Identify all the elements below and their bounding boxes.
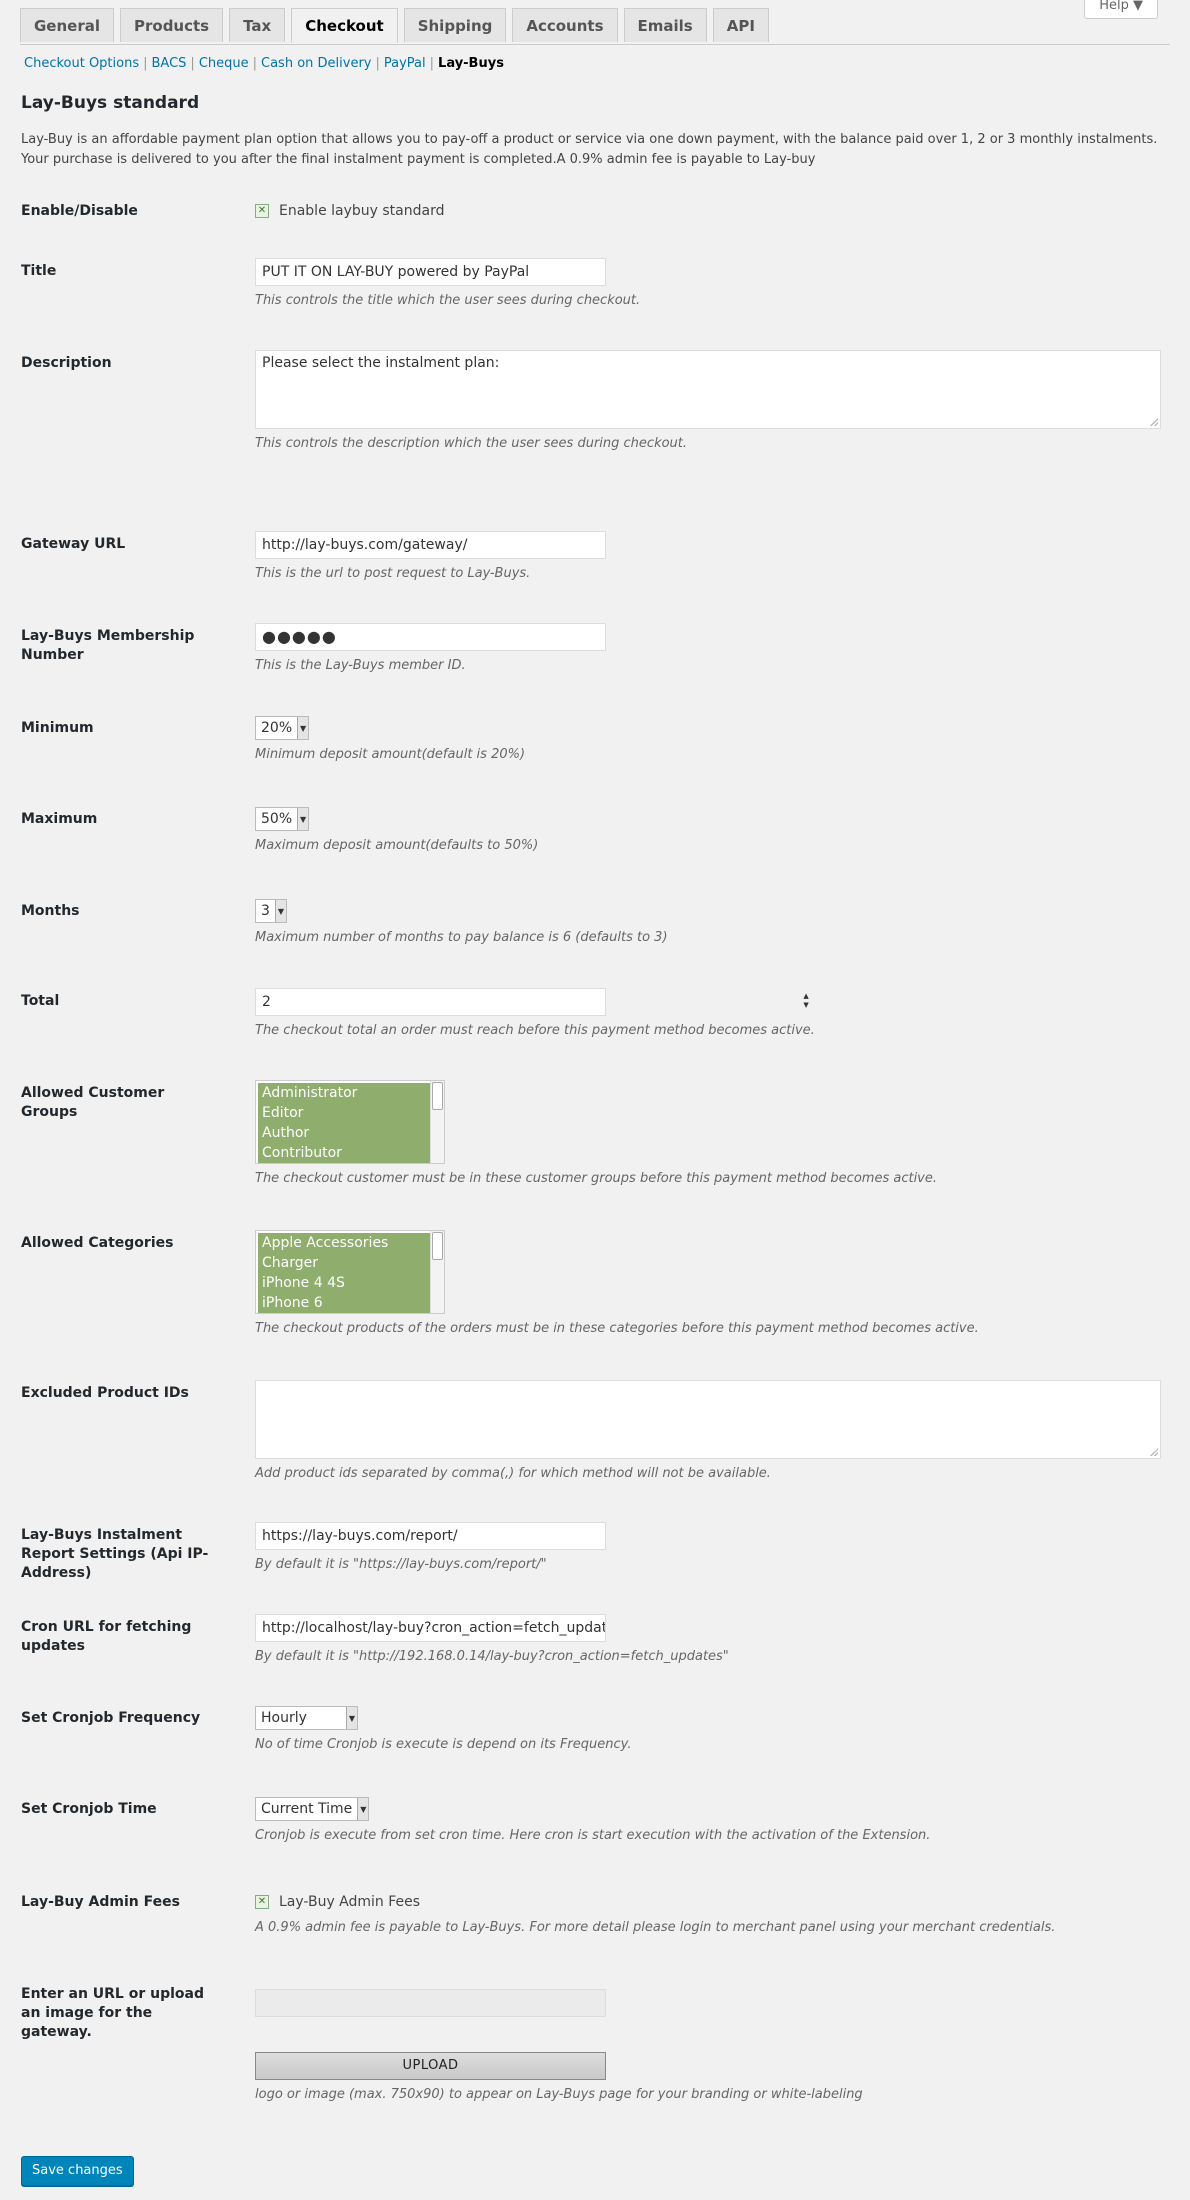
list-item[interactable]: Charger (258, 1253, 430, 1273)
checkout-subnav: Checkout Options | BACS | Cheque | Cash on Del… (24, 56, 504, 71)
membership-password-input[interactable]: ●●●●● (255, 623, 606, 651)
total-number-input[interactable]: 2 (255, 988, 606, 1016)
membership-desc: This is the Lay-Buys member ID. (255, 658, 466, 673)
categories-multiselect[interactable]: Apple Accessories Charger iPhone 4 4S iP… (255, 1230, 445, 1314)
months-select[interactable]: 3 ▼ (255, 899, 287, 923)
scrollbar-thumb[interactable] (432, 1232, 443, 1260)
image-url-input[interactable] (255, 1989, 606, 2017)
admin-fees-checkbox[interactable]: ✕ (255, 1895, 269, 1909)
excluded-desc: Add product ids separated by comma(,) fo… (255, 1466, 771, 1481)
customer-groups-desc: The checkout customer must be in these c… (255, 1171, 937, 1186)
subnav-cheque[interactable]: Cheque (199, 56, 249, 71)
maximum-select[interactable]: 50% ▼ (255, 807, 310, 831)
customer-groups-label: Allowed Customer Groups (21, 1085, 165, 1120)
gateway-url-desc: This is the url to post request to Lay-B… (255, 566, 531, 581)
tab-products[interactable]: Products (120, 8, 224, 42)
admin-fees-label: Lay-Buy Admin Fees (21, 1894, 180, 1910)
minimum-desc: Minimum deposit amount(default is 20%) (255, 747, 526, 762)
dropdown-arrow-icon: ▼ (274, 900, 286, 922)
admin-fees-checkbox-label: Lay-Buy Admin Fees (279, 1894, 421, 1910)
excluded-label: Excluded Product IDs (21, 1385, 189, 1401)
list-item[interactable]: Apple Accessories (258, 1233, 430, 1253)
list-item[interactable]: Administrator (258, 1083, 430, 1103)
cron-time-label: Set Cronjob Time (21, 1801, 157, 1817)
subnav-checkout-options[interactable]: Checkout Options (24, 56, 139, 71)
subnav-bacs[interactable]: BACS (152, 56, 187, 71)
subnav-paypal[interactable]: PayPal (384, 56, 426, 71)
settings-tabs: General Products Tax Checkout Shipping A… (20, 8, 1170, 45)
title-input[interactable]: PUT IT ON LAY-BUY powered by PayPal (255, 258, 606, 286)
months-label: Months (21, 903, 80, 919)
gateway-url-label: Gateway URL (21, 536, 126, 552)
description-label: Description (21, 355, 112, 371)
maximum-label: Maximum (21, 811, 98, 827)
customer-groups-multiselect[interactable]: Administrator Editor Author Contributor (255, 1080, 445, 1164)
months-desc: Maximum number of months to pay balance … (255, 930, 668, 945)
description-desc: This controls the description which the … (255, 436, 688, 451)
scrollbar[interactable] (430, 1231, 444, 1313)
list-item[interactable]: Contributor (258, 1143, 430, 1163)
list-item[interactable]: iPhone 4 4S (258, 1273, 430, 1293)
report-label: Lay-Buys Instalment Report Settings (Api… (21, 1527, 209, 1581)
gateway-url-input[interactable]: http://lay-buys.com/gateway/ (255, 531, 606, 559)
enable-checkbox[interactable]: ✕ (255, 204, 269, 218)
save-changes-button[interactable]: Save changes (21, 2156, 134, 2186)
total-label: Total (21, 993, 60, 1009)
enable-checkbox-label: Enable laybuy standard (279, 203, 445, 219)
scrollbar-thumb[interactable] (432, 1082, 443, 1110)
cron-url-label: Cron URL for fetching updates (21, 1619, 192, 1654)
subnav-cash-on-delivery[interactable]: Cash on Delivery (261, 56, 371, 71)
categories-label: Allowed Categories (21, 1235, 174, 1251)
report-desc: By default it is "https://lay-buys.com/r… (255, 1557, 547, 1572)
list-item[interactable]: iPhone 6 (258, 1293, 430, 1313)
cron-url-input[interactable]: http://localhost/lay-buy?cron_action=fet… (255, 1614, 606, 1642)
image-desc: logo or image (max. 750x90) to appear on… (255, 2087, 863, 2102)
cron-frequency-label: Set Cronjob Frequency (21, 1710, 201, 1726)
cron-frequency-select[interactable]: Hourly ▼ (255, 1706, 358, 1730)
cron-frequency-desc: No of time Cronjob is execute is depend … (255, 1737, 632, 1752)
tab-shipping[interactable]: Shipping (403, 8, 507, 42)
list-item[interactable]: Editor (258, 1103, 430, 1123)
subnav-lay-buys: Lay-Buys (438, 56, 504, 71)
image-label: Enter an URL or upload an image for the … (21, 1986, 204, 2040)
maximum-desc: Maximum deposit amount(defaults to 50%) (255, 838, 539, 853)
cron-time-desc: Cronjob is execute from set cron time. H… (255, 1828, 931, 1843)
spinner-arrows-icon[interactable]: ▲ ▼ (803, 992, 808, 1010)
resize-grip-icon[interactable] (1150, 1448, 1158, 1456)
tab-general[interactable]: General (20, 8, 114, 42)
dropdown-arrow-icon: ▼ (346, 1707, 357, 1729)
list-item[interactable]: Author (258, 1123, 430, 1143)
cron-url-desc: By default it is "http://192.168.0.14/la… (255, 1649, 729, 1664)
dropdown-arrow-icon: ▼ (297, 808, 309, 830)
tab-tax[interactable]: Tax (229, 8, 286, 42)
minimum-select[interactable]: 20% ▼ (255, 716, 310, 740)
description-textarea[interactable]: Please select the instalment plan: (255, 350, 1161, 429)
total-desc: The checkout total an order must reach b… (255, 1023, 815, 1038)
intro-text: Lay-Buy is an affordable payment plan op… (21, 132, 1158, 167)
categories-desc: The checkout products of the orders must… (255, 1321, 979, 1336)
tab-emails[interactable]: Emails (623, 8, 707, 42)
tab-checkout[interactable]: Checkout (291, 8, 398, 43)
excluded-textarea[interactable] (255, 1380, 1161, 1459)
tab-accounts[interactable]: Accounts (512, 8, 618, 42)
report-input[interactable]: https://lay-buys.com/report/ (255, 1522, 606, 1550)
membership-label: Lay-Buys Membership Number (21, 628, 195, 663)
tab-api[interactable]: API (712, 8, 769, 42)
minimum-label: Minimum (21, 720, 94, 736)
title-label: Title (21, 263, 57, 279)
scrollbar[interactable] (430, 1081, 444, 1163)
title-desc: This controls the title which the user s… (255, 293, 641, 308)
page-title: Lay-Buys standard (21, 93, 200, 113)
resize-grip-icon[interactable] (1150, 418, 1158, 426)
dropdown-arrow-icon: ▼ (357, 1798, 369, 1820)
admin-fees-desc: A 0.9% admin fee is payable to Lay-Buys.… (255, 1920, 1056, 1935)
cron-time-select[interactable]: Current Time ▼ (255, 1797, 370, 1821)
dropdown-arrow-icon: ▼ (297, 717, 309, 739)
upload-button[interactable]: UPLOAD (255, 2052, 606, 2080)
enable-label: Enable/Disable (21, 203, 138, 219)
